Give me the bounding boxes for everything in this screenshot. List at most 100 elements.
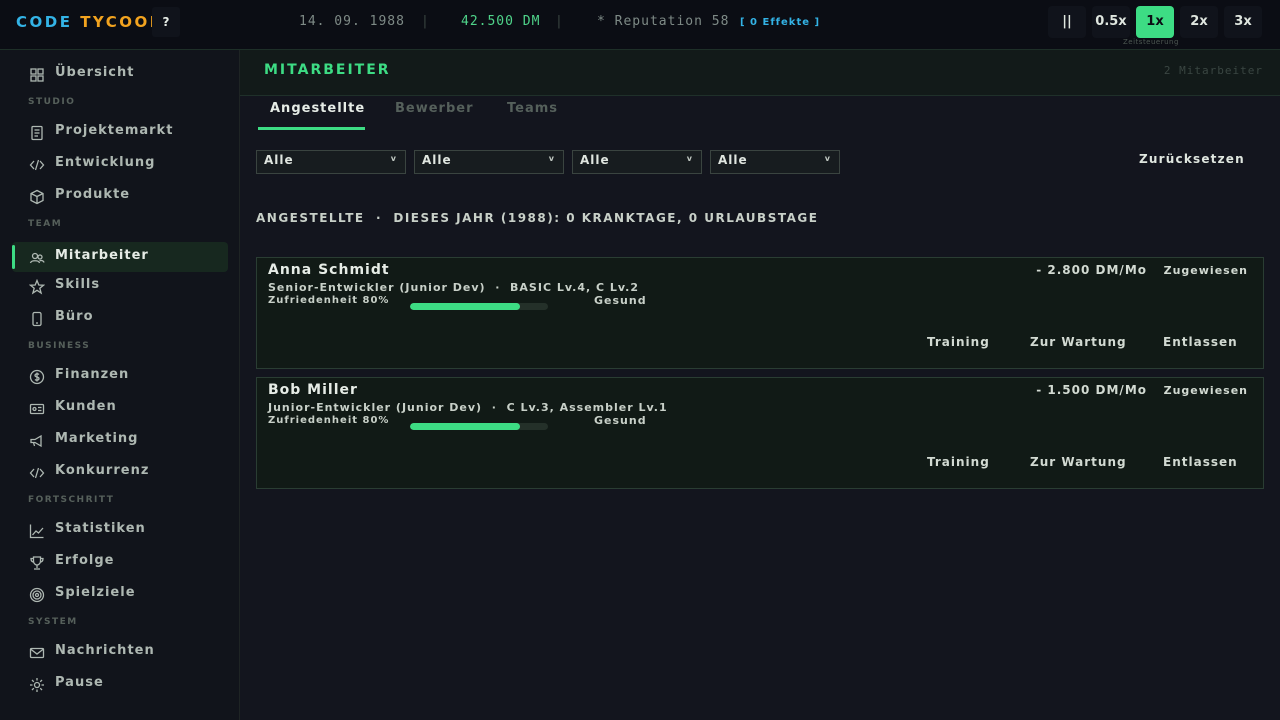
satisfaction-bar bbox=[410, 423, 548, 430]
chevron-down-icon: v bbox=[548, 154, 555, 163]
training-button[interactable]: Training bbox=[927, 455, 990, 469]
gear-icon bbox=[29, 677, 45, 693]
employee-role: Junior-Entwickler (Junior Dev) · C Lv.3,… bbox=[268, 401, 668, 414]
speed-3x-button[interactable]: 3x bbox=[1224, 6, 1262, 38]
sidebar-item-label: Finanzen bbox=[55, 367, 130, 382]
satisfaction-label: Zufriedenheit 80% bbox=[268, 295, 390, 306]
employee-name: Anna Schmidt bbox=[268, 262, 390, 278]
section-studio: STUDIO bbox=[28, 97, 76, 107]
sidebar-item-spielziele[interactable]: Spielziele bbox=[12, 579, 228, 609]
chevron-down-icon: v bbox=[824, 154, 831, 163]
satisfaction-bar bbox=[410, 303, 548, 310]
help-button[interactable]: ? bbox=[152, 7, 180, 37]
filter-select-3[interactable]: Alle v bbox=[572, 150, 702, 174]
sidebar-item-konkurrenz[interactable]: Konkurrenz bbox=[12, 457, 228, 487]
satisfaction-bar-fill bbox=[410, 303, 521, 310]
document-icon bbox=[29, 125, 45, 141]
mail-icon bbox=[29, 645, 45, 661]
sidebar-item-label: Statistiken bbox=[55, 521, 146, 536]
assignment-status: Zugewiesen bbox=[1163, 384, 1248, 397]
sidebar-item-skills[interactable]: Skills bbox=[12, 271, 228, 301]
active-tab-indicator bbox=[258, 127, 365, 130]
sidebar-item-label: Produkte bbox=[55, 187, 131, 202]
sidebar-item-label: Erfolge bbox=[55, 553, 115, 568]
logo-code: CODE bbox=[16, 13, 73, 31]
dismiss-button[interactable]: Entlassen bbox=[1163, 455, 1238, 469]
satisfaction-label: Zufriedenheit 80% bbox=[268, 415, 390, 426]
sidebar-item-label: Nachrichten bbox=[55, 643, 155, 658]
maintenance-button[interactable]: Zur Wartung bbox=[1030, 455, 1127, 469]
sidebar-item-label: Entwicklung bbox=[55, 155, 156, 170]
sidebar-item-kunden[interactable]: Kunden bbox=[12, 393, 228, 423]
assignment-status: Zugewiesen bbox=[1163, 264, 1248, 277]
salary: - 2.800 DM/Mo bbox=[1036, 263, 1147, 277]
training-button[interactable]: Training bbox=[927, 335, 990, 349]
sidebar-item-uebersicht[interactable]: Übersicht bbox=[12, 59, 228, 89]
sidebar-item-erfolge[interactable]: Erfolge bbox=[12, 547, 228, 577]
sidebar-item-label: Spielziele bbox=[55, 585, 136, 600]
employee-role: Senior-Entwickler (Junior Dev) · BASIC L… bbox=[268, 281, 639, 294]
sidebar-item-nachrichten[interactable]: Nachrichten bbox=[12, 637, 228, 667]
health-status: Gesund bbox=[594, 414, 647, 427]
sidebar-item-label: Mitarbeiter bbox=[55, 248, 149, 263]
sidebar-item-entwicklung[interactable]: Entwicklung bbox=[12, 149, 228, 179]
sidebar-item-finanzen[interactable]: Finanzen bbox=[12, 361, 228, 391]
sidebar-item-pause[interactable]: Pause bbox=[12, 669, 228, 699]
employee-count: 2 Mitarbeiter bbox=[1163, 64, 1263, 77]
money-display: 42.500 DM bbox=[461, 14, 541, 29]
sidebar-item-marketing[interactable]: Marketing bbox=[12, 425, 228, 455]
page-title: MITARBEITER bbox=[264, 62, 391, 78]
people-icon bbox=[29, 250, 45, 266]
device-icon bbox=[29, 311, 45, 327]
dismiss-button[interactable]: Entlassen bbox=[1163, 335, 1238, 349]
tab-angestellte[interactable]: Angestellte bbox=[270, 101, 365, 116]
chart-icon bbox=[29, 523, 45, 539]
chevron-down-icon: v bbox=[686, 154, 693, 163]
speed-caption: Zeitsteuerung bbox=[1123, 38, 1179, 46]
speed-2x-button[interactable]: 2x bbox=[1180, 6, 1218, 38]
filter-select-4[interactable]: Alle v bbox=[710, 150, 840, 174]
sidebar-item-mitarbeiter[interactable]: Mitarbeiter bbox=[12, 242, 228, 272]
filter-value: Alle bbox=[422, 153, 452, 167]
reset-filters-button[interactable]: Zurücksetzen bbox=[1139, 152, 1245, 166]
reputation-display: * Reputation 58 bbox=[597, 14, 730, 29]
megaphone-icon bbox=[29, 433, 45, 449]
speed-0-5x-button[interactable]: 0.5x bbox=[1092, 6, 1130, 38]
sidebar-item-statistiken[interactable]: Statistiken bbox=[12, 515, 228, 545]
id-card-icon bbox=[29, 401, 45, 417]
sidebar-item-label: Projektemarkt bbox=[55, 123, 174, 138]
satisfaction-bar-fill bbox=[410, 423, 521, 430]
speed-1x-button[interactable]: 1x bbox=[1136, 6, 1174, 38]
code-icon bbox=[29, 465, 45, 481]
health-status: Gesund bbox=[594, 294, 647, 307]
code-icon bbox=[29, 157, 45, 173]
separator: | bbox=[421, 14, 430, 29]
tab-bewerber[interactable]: Bewerber bbox=[395, 101, 474, 116]
filter-select-1[interactable]: Alle v bbox=[256, 150, 406, 174]
coin-icon bbox=[29, 369, 45, 385]
game-date: 14. 09. 1988 bbox=[299, 14, 405, 29]
section-team: TEAM bbox=[28, 219, 63, 229]
sidebar-item-buero[interactable]: Büro bbox=[12, 303, 228, 333]
grid-icon bbox=[29, 67, 45, 83]
filter-select-2[interactable]: Alle v bbox=[414, 150, 564, 174]
employee-card: Anna Schmidt Senior-Entwickler (Junior D… bbox=[256, 257, 1264, 369]
game-logo: CODE TYCOON bbox=[16, 13, 165, 31]
filter-value: Alle bbox=[580, 153, 610, 167]
effects-link[interactable]: [ 0 Effekte ] bbox=[740, 17, 820, 28]
sidebar-item-label: Büro bbox=[55, 309, 94, 324]
sidebar-item-label: Konkurrenz bbox=[55, 463, 150, 478]
tab-teams[interactable]: Teams bbox=[507, 101, 558, 116]
top-bar: CODE TYCOON ? 14. 09. 1988 | 42.500 DM |… bbox=[0, 0, 1280, 50]
pause-button[interactable]: || bbox=[1048, 6, 1086, 38]
star-icon bbox=[28, 278, 46, 295]
sidebar-item-projektemarkt[interactable]: Projektemarkt bbox=[12, 117, 228, 147]
sidebar: Übersicht STUDIO Projektemarkt Entwicklu… bbox=[0, 50, 240, 720]
sidebar-item-label: Pause bbox=[55, 675, 104, 690]
sidebar-item-produkte[interactable]: Produkte bbox=[12, 181, 228, 211]
sidebar-item-label: Skills bbox=[55, 277, 101, 292]
chevron-down-icon: v bbox=[390, 154, 397, 163]
sidebar-item-label: Kunden bbox=[55, 399, 117, 414]
maintenance-button[interactable]: Zur Wartung bbox=[1030, 335, 1127, 349]
page-header: MITARBEITER 2 Mitarbeiter bbox=[240, 50, 1280, 96]
